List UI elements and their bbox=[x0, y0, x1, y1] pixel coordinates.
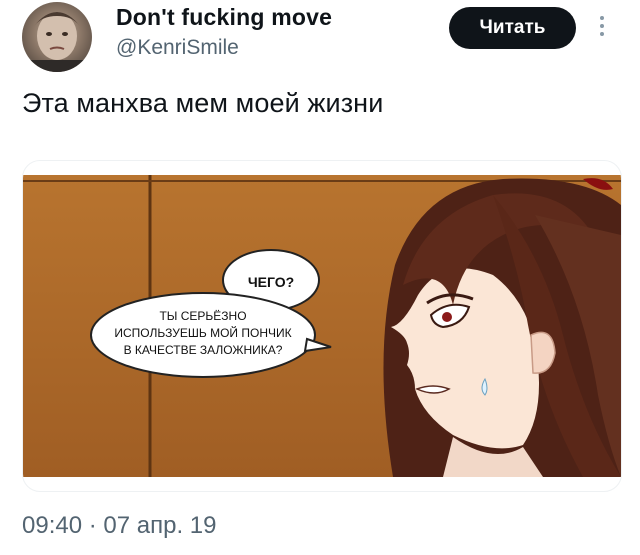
tweet-media[interactable]: ЧЕГО? ТЫ СЕРЬЁЗНО ИСПОЛЬЗУЕШЬ МОЙ ПОНЧИК… bbox=[22, 160, 622, 492]
manhwa-panel: ЧЕГО? ТЫ СЕРЬЁЗНО ИСПОЛЬЗУЕШЬ МОЙ ПОНЧИК… bbox=[23, 175, 621, 477]
bubble-small-text: ЧЕГО? bbox=[248, 274, 294, 290]
tweet-text: Эта манхва мем моей жизни bbox=[22, 88, 384, 118]
avatar[interactable] bbox=[22, 2, 92, 72]
user-handle[interactable]: @KenriSmile bbox=[116, 36, 239, 60]
more-vertical-icon[interactable] bbox=[597, 12, 607, 46]
follow-button[interactable]: Читать bbox=[449, 7, 576, 49]
display-name[interactable]: Don't fucking move bbox=[116, 4, 332, 31]
avatar-photo bbox=[22, 12, 92, 72]
bubble-large-line-2: ИСПОЛЬЗУЕШЬ МОЙ ПОНЧИК bbox=[114, 325, 291, 340]
bubble-large-line-1: ТЫ СЕРЬЁЗНО bbox=[159, 309, 246, 323]
tweet-timestamp[interactable]: 09:40 · 07 апр. 19 bbox=[22, 512, 216, 540]
bubble-large-line-3: В КАЧЕСТВЕ ЗАЛОЖНИКА? bbox=[124, 343, 283, 357]
